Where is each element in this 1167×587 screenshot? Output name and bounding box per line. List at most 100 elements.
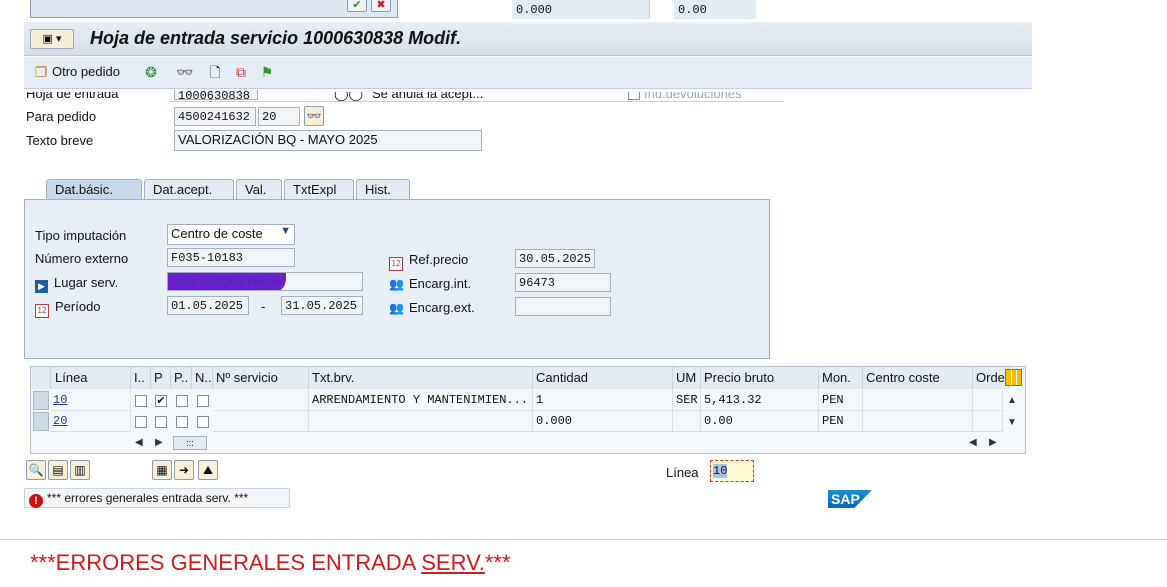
int-row: 👥 Encarg.int. <box>389 276 471 291</box>
scroll-down-icon[interactable]: ▼ <box>1007 417 1017 428</box>
application-toolbar: ❐ Otro pedido ❂ 👓 🗋 ⧉ ⚑ <box>24 57 1032 89</box>
col-mon[interactable]: Mon. <box>819 367 863 389</box>
table-row-txt[interactable]: ARRENDAMIENTO Y MANTENIMIEN... <box>309 390 533 411</box>
row-checkbox-n[interactable] <box>197 395 209 407</box>
col-centro-coste[interactable]: Centro coste <box>863 367 973 389</box>
tab-val[interactable]: Val. <box>236 179 282 199</box>
col-cantidad[interactable]: Cantidad <box>533 367 673 389</box>
row-selector[interactable] <box>33 412 49 431</box>
table-row-um[interactable] <box>673 411 701 432</box>
window-title: Hoja de entrada servicio 1000630838 Modi… <box>90 28 462 48</box>
table-row-cantidad[interactable]: 0.000 <box>533 411 673 432</box>
tipo-label: Tipo imputación <box>35 228 127 243</box>
status-bar: ! *** errores generales entrada serv. ***… <box>24 486 1032 510</box>
status-message[interactable]: ! *** errores generales entrada serv. *** <box>24 488 290 508</box>
periodo-from-field[interactable]: 01.05.2025 <box>167 296 249 315</box>
calendar-icon[interactable]: 12 <box>35 304 49 318</box>
table-row-linea[interactable]: 20 <box>51 411 131 432</box>
tipo-value: Centro de coste <box>171 226 263 241</box>
scroll-left-icon[interactable]: ◀ <box>969 437 977 448</box>
details-icon[interactable]: 🔍 <box>26 460 46 480</box>
row-checkbox-i[interactable] <box>135 416 147 428</box>
cancel-icon[interactable]: ✖ <box>371 0 391 12</box>
table-row-linea[interactable]: 10 <box>51 390 131 411</box>
calendar-icon[interactable]: 12 <box>389 257 403 271</box>
new-document-icon[interactable]: 🗋 <box>206 63 224 81</box>
pedido-field[interactable]: 4500241632 <box>174 107 256 126</box>
table-row-precio[interactable]: 5,413.32 <box>701 390 819 411</box>
lugar-field[interactable]: ALM TOQUEPALA <box>167 272 363 291</box>
status-icon[interactable]: ❂ <box>142 63 160 81</box>
flag-icon[interactable]: ⚑ <box>258 63 276 81</box>
play-icon[interactable]: ▶ <box>35 280 48 293</box>
tab-dat-acept[interactable]: Dat.acept. <box>144 179 234 199</box>
select-all-icon[interactable]: ▤ <box>48 460 68 480</box>
periodo-row: 12 Período <box>35 299 101 318</box>
col-i[interactable]: I.. <box>131 367 151 389</box>
model-icon[interactable]: ⛰ <box>198 460 218 480</box>
copy-icon[interactable]: ⧉ <box>232 63 250 81</box>
col-um[interactable]: UM <box>673 367 701 389</box>
glasses-icon[interactable]: 👓 <box>176 63 194 81</box>
texto-field[interactable]: VALORIZACIÓN BQ - MAYO 2025 <box>174 130 482 151</box>
table-row-servicio[interactable] <box>213 390 309 411</box>
col-txt-brv[interactable]: Txt.brv. <box>309 367 533 389</box>
people-icon: 👥 <box>389 277 404 291</box>
tipo-dropdown[interactable]: Centro de coste ▼ <box>167 224 295 245</box>
row-checkbox-p[interactable]: ✔ <box>155 395 167 407</box>
int-field[interactable]: 96473 <box>515 273 611 292</box>
column-config-icon[interactable] <box>1005 369 1022 386</box>
table-row-precio[interactable]: 0.00 <box>701 411 819 432</box>
col-p2[interactable]: P.. <box>171 367 192 389</box>
scroll-right-icon[interactable]: ▶ <box>155 437 163 448</box>
row-checkbox-i[interactable] <box>135 395 147 407</box>
row-checkbox-p2[interactable] <box>176 416 188 428</box>
horizontal-scroll-thumb[interactable]: ::: <box>173 436 207 450</box>
tab-txtexpl[interactable]: TxtExpl <box>284 179 354 199</box>
scroll-left-icon[interactable]: ◀ <box>135 437 143 448</box>
check-icon[interactable]: ✔ <box>347 0 367 12</box>
col-orden[interactable]: Orde <box>973 367 1009 389</box>
row-checkbox-p[interactable] <box>155 416 167 428</box>
service-selection-icon[interactable]: ▦ <box>152 460 172 480</box>
externo-field[interactable]: F035-10183 <box>167 248 295 267</box>
table-row-mon[interactable]: PEN <box>819 390 863 411</box>
linea-footer-field[interactable]: 10 <box>710 460 754 482</box>
periodo-to-field[interactable]: 31.05.2025 <box>281 296 363 315</box>
row-selector[interactable] <box>33 391 49 410</box>
scroll-up-icon[interactable]: ▲ <box>1007 395 1017 406</box>
externo-label: Número externo <box>35 251 129 266</box>
deselect-all-icon[interactable]: ▥ <box>70 460 90 480</box>
transfer-icon[interactable]: ➜ <box>174 460 194 480</box>
tab-hist[interactable]: Hist. <box>356 179 410 199</box>
ind-dev-checkbox[interactable] <box>628 92 640 100</box>
table-row-orden[interactable] <box>973 411 1003 432</box>
table-row-cantidad[interactable]: 1 <box>533 390 673 411</box>
col-linea[interactable]: Línea <box>51 367 131 389</box>
chevron-down-icon[interactable]: ▼ <box>280 225 291 237</box>
col-p[interactable]: P <box>151 367 171 389</box>
table-row-centro[interactable] <box>863 411 973 432</box>
table-row-centro[interactable] <box>863 390 973 411</box>
table-row-mon[interactable]: PEN <box>819 411 863 432</box>
row-checkbox-n[interactable] <box>197 416 209 428</box>
ref-field[interactable]: 30.05.2025 <box>515 249 595 268</box>
col-precio[interactable]: Precio bruto <box>701 367 819 389</box>
lugar-label: Lugar serv. <box>54 275 119 290</box>
scroll-right-icon[interactable]: ▶ <box>989 437 997 448</box>
other-order-button[interactable]: Otro pedido <box>52 64 120 79</box>
table-row-txt[interactable] <box>309 411 533 432</box>
pedido-pos-field[interactable]: 20 <box>258 107 300 126</box>
tab-dat-basic[interactable]: Dat.básic. <box>46 179 142 199</box>
row-selector-header[interactable] <box>31 367 51 389</box>
table-row-orden[interactable] <box>973 390 1003 411</box>
ext-field[interactable] <box>515 297 611 316</box>
table-row-um[interactable]: SER <box>673 390 701 411</box>
col-n[interactable]: N.. <box>192 367 213 389</box>
glasses-icon[interactable]: 👓 <box>304 106 324 126</box>
menu-icon[interactable]: ▣ ▾ <box>30 29 74 49</box>
row-checkbox-p2[interactable] <box>176 395 188 407</box>
hoja-field[interactable]: 1000630838 <box>174 90 258 100</box>
col-num-servicio[interactable]: Nº servicio <box>213 367 309 389</box>
table-row-servicio[interactable] <box>213 411 309 432</box>
